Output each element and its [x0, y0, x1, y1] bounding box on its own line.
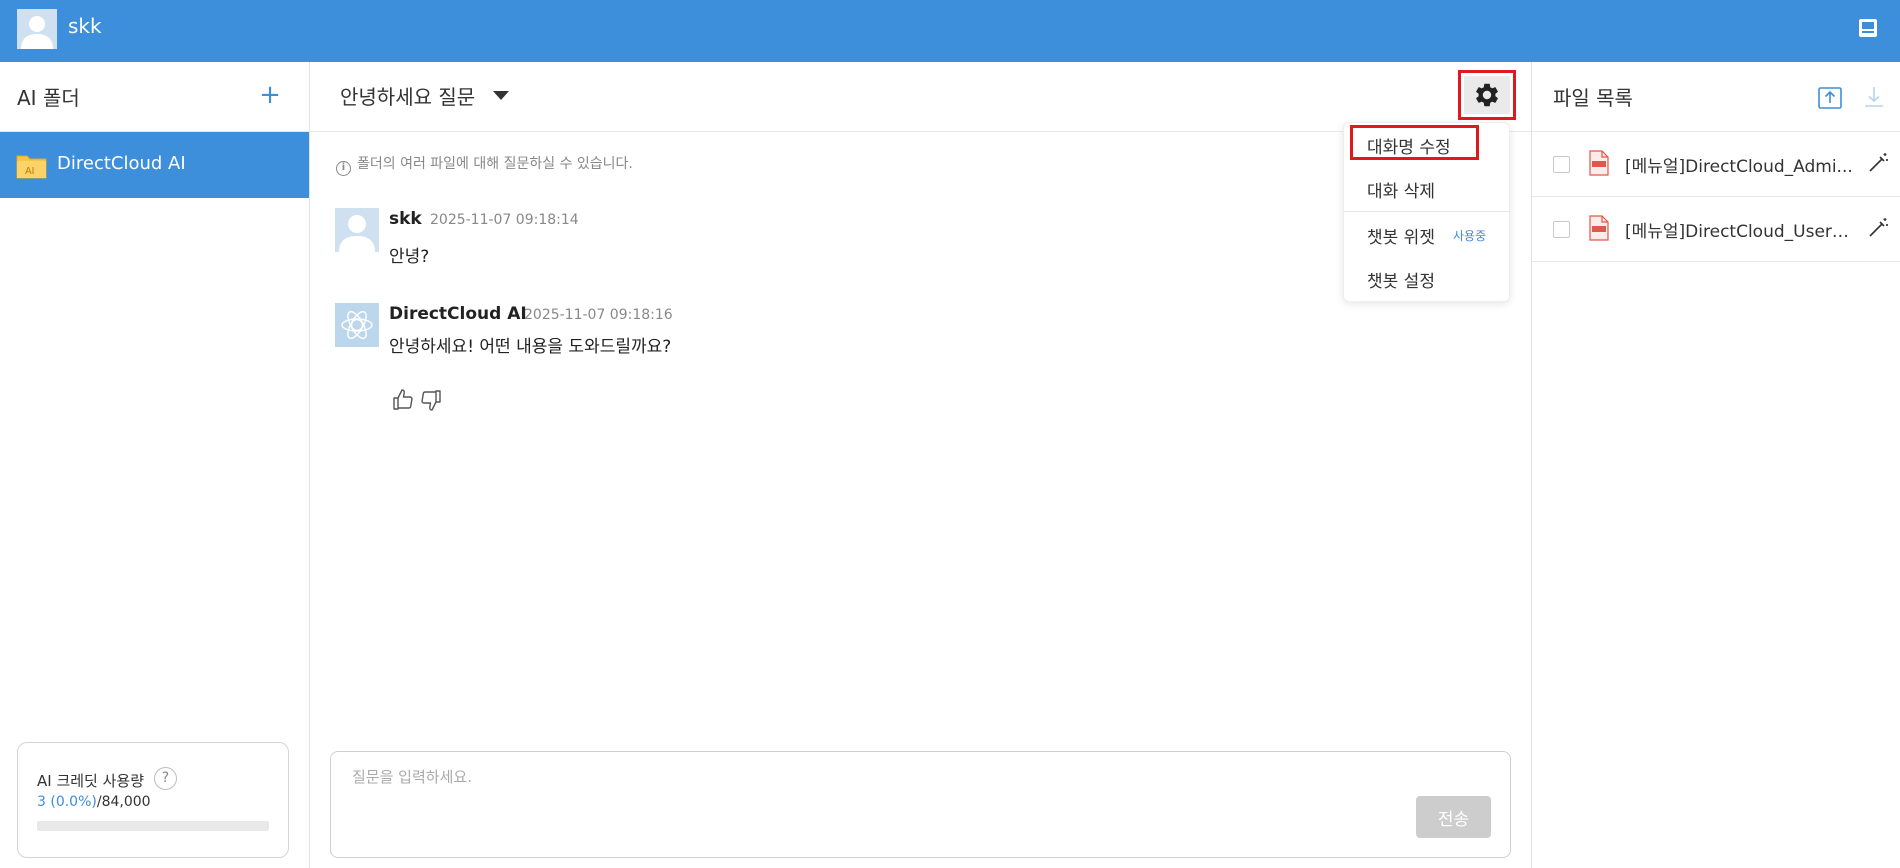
ai-atom-icon: [341, 310, 373, 340]
user-silhouette-icon: [339, 215, 375, 252]
credit-value: 3 (0.0%)/84,000: [37, 794, 151, 810]
folder-sidebar-header: AI 폴더 +: [0, 62, 310, 132]
svg-text:AI: AI: [25, 166, 34, 177]
folder-label: DirectCloud AI: [57, 153, 186, 174]
message-author: skk: [389, 209, 422, 229]
upload-icon[interactable]: [1817, 84, 1843, 110]
menu-divider: [1344, 211, 1511, 212]
file-name: [메뉴얼]DirectCloud_User_...: [1625, 222, 1855, 242]
file-list-header: 파일 목록: [1532, 62, 1900, 132]
username: skk: [68, 14, 102, 38]
help-icon[interactable]: ?: [154, 767, 177, 790]
message-text: 안녕?: [389, 247, 430, 267]
message-time: 2025-11-07 09:18:14: [430, 212, 579, 228]
question-input[interactable]: [332, 753, 1482, 801]
thumbs-up-icon[interactable]: [391, 388, 415, 412]
chat-notice: i 폴더의 여러 파일에 대해 질문하실 수 있습니다.: [336, 153, 633, 176]
settings-button[interactable]: [1458, 70, 1516, 120]
magic-wand-icon[interactable]: [1866, 151, 1890, 175]
gear-icon: [1476, 83, 1498, 107]
file-row[interactable]: [메뉴얼]DirectCloud_User_...: [1532, 197, 1900, 262]
inbox-icon[interactable]: [1858, 18, 1878, 38]
thumbs-down-icon[interactable]: [419, 388, 443, 412]
ai-credit-usage-card: AI 크레딧 사용량 ? 3 (0.0%)/84,000: [17, 742, 289, 858]
menu-item-chatbot-settings[interactable]: 챗봇 설정: [1344, 257, 1511, 301]
file-row[interactable]: [메뉴얼]DirectCloud_Admi...: [1532, 132, 1900, 197]
info-icon: i: [336, 161, 351, 176]
top-bar: skk: [0, 0, 1900, 62]
message-text: 안녕하세요! 어떤 내용을 도와드릴까요?: [389, 337, 672, 357]
question-input-box: 전송: [330, 751, 1511, 858]
user-avatar[interactable]: [17, 9, 57, 49]
magic-wand-icon[interactable]: [1866, 216, 1890, 240]
message-author: DirectCloud AI: [389, 304, 527, 324]
menu-item-label: 대화 삭제: [1367, 182, 1435, 202]
file-checkbox[interactable]: [1553, 221, 1570, 238]
menu-item-rename-conversation[interactable]: 대화명 수정: [1344, 123, 1511, 167]
add-folder-button[interactable]: +: [259, 82, 281, 108]
menu-item-chatbot-widget[interactable]: 챗봇 위젯 사용중: [1344, 213, 1511, 257]
file-name: [메뉴얼]DirectCloud_Admi...: [1625, 157, 1853, 177]
user-silhouette-icon: [21, 16, 53, 49]
file-list-title: 파일 목록: [1553, 86, 1633, 110]
credit-used: 3 (0.0%): [37, 794, 97, 810]
notice-text: 폴더의 여러 파일에 대해 질문하실 수 있습니다.: [357, 156, 633, 172]
file-checkbox[interactable]: [1553, 156, 1570, 173]
menu-item-label: 챗봇 설정: [1367, 272, 1435, 292]
menu-item-label: 대화명 수정: [1367, 138, 1451, 158]
credit-total: /84,000: [96, 794, 151, 810]
user-avatar: [335, 208, 379, 252]
caret-down-icon[interactable]: [493, 91, 509, 100]
menu-item-delete-conversation[interactable]: 대화 삭제: [1344, 167, 1511, 211]
file-list-panel: 파일 목록 [메뉴얼]DirectCloud_Admi... [메뉴얼]Dire…: [1531, 62, 1900, 868]
ai-folder-icon: AI: [16, 155, 47, 179]
in-use-badge: 사용중: [1453, 229, 1487, 243]
send-button[interactable]: 전송: [1416, 796, 1491, 838]
message-time: 2025-11-07 09:18:16: [524, 307, 673, 323]
pdf-file-icon: [1589, 215, 1609, 241]
settings-dropdown-menu: 대화명 수정 대화 삭제 챗봇 위젯 사용중 챗봇 설정: [1343, 122, 1511, 302]
ai-avatar: [335, 303, 379, 347]
menu-item-label: 챗봇 위젯: [1367, 228, 1435, 248]
conversation-title[interactable]: 안녕하세요 질문: [340, 81, 475, 110]
folder-sidebar: AI 폴더 + AI DirectCloud AI AI 크레딧 사용량 ? 3…: [0, 62, 310, 868]
pdf-file-icon: [1589, 150, 1609, 176]
download-icon[interactable]: [1863, 84, 1885, 110]
folder-sidebar-title: AI 폴더: [17, 86, 80, 110]
folder-item-directcloud-ai[interactable]: AI DirectCloud AI: [0, 132, 309, 198]
credit-title: AI 크레딧 사용량: [37, 772, 145, 790]
credit-progress-bar: [37, 821, 269, 831]
